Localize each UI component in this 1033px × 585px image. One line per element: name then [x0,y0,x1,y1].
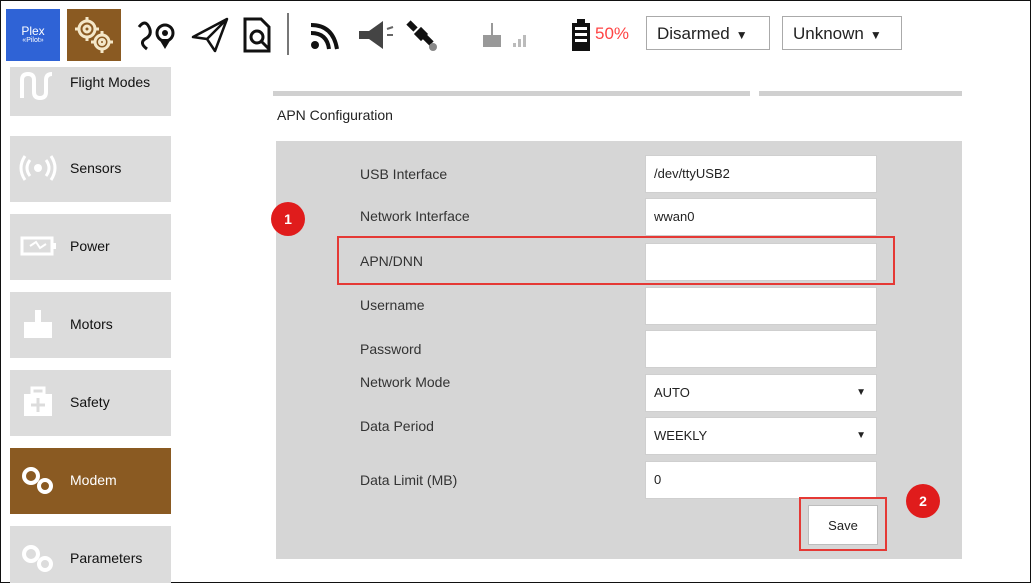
sidebar-item-sensors[interactable]: Sensors [10,136,171,202]
safety-icon [24,386,52,416]
data-limit-input[interactable]: 0 [645,461,877,499]
logo-text: Plex [21,24,45,38]
battery-icon [572,19,590,51]
usb-interface-label: USB Interface [360,166,448,182]
chevron-down-icon: ▼ [735,28,748,42]
sidebar-item-label: Power [70,238,110,254]
sidebar-item-motors[interactable]: Motors [10,292,171,358]
paper-plane-icon[interactable] [189,15,231,55]
settings-button[interactable] [67,9,121,61]
power-icon [20,236,56,256]
save-highlight-box [799,497,887,551]
usb-interface-input[interactable]: /dev/ttyUSB2 [645,155,877,193]
network-interface-label: Network Interface [360,208,470,224]
sidebar-item-modem[interactable]: Modem [10,448,171,514]
network-mode-label: Network Mode [360,374,451,390]
sidebar-item-safety[interactable]: Safety [10,370,171,436]
satellite-icon[interactable] [403,15,441,55]
sensors-icon [19,155,57,181]
apn-highlight-box [337,236,895,285]
username-label: Username [360,297,425,313]
toolbar: Plex «Pilot» 50% Disarmed ▼ Unknown ▼ [1,1,1030,67]
flight-mode-dropdown[interactable]: Unknown ▼ [782,16,902,50]
chevron-down-icon: ▼ [856,430,866,441]
arm-state-value: Disarmed [657,24,730,43]
motors-icon [24,310,52,338]
document-search-icon[interactable] [239,15,277,55]
sidebar-item-parameters[interactable]: Parameters [10,526,171,583]
gear-icon [75,17,113,53]
toolbar-separator [287,13,289,55]
app-logo[interactable]: Plex «Pilot» [6,9,60,61]
sidebar-item-label: Modem [70,472,117,488]
password-label: Password [360,341,422,357]
tab-indicator[interactable] [759,91,962,96]
sidebar-item-label: Motors [70,316,113,332]
megaphone-icon[interactable] [355,15,395,55]
network-interface-input[interactable]: wwan0 [645,198,877,236]
chevron-down-icon: ▼ [856,387,866,398]
section-title: APN Configuration [277,107,393,123]
sidebar-item-power[interactable]: Power [10,214,171,280]
data-period-select[interactable]: WEEKLY ▼ [645,417,877,455]
sidebar-item-flight-modes[interactable]: Flight Modes [10,67,171,116]
callout-badge-1: 1 [271,202,305,236]
sidebar-item-label: Sensors [70,160,122,176]
chevron-down-icon: ▼ [869,28,882,42]
data-period-label: Data Period [360,418,434,434]
battery-percent: 50% [595,24,630,43]
rc-signal-icon[interactable] [479,15,539,55]
flight-mode-value: Unknown [793,24,864,43]
network-mode-select[interactable]: AUTO ▼ [645,374,877,412]
arm-state-dropdown[interactable]: Disarmed ▼ [646,16,770,50]
parameters-icon [22,545,53,572]
sidebar-item-label: Safety [70,394,110,410]
data-period-value: WEEKLY [654,428,708,443]
sidebar-item-label: Flight Modes [70,74,151,90]
modem-icon [22,467,53,494]
sidebar: Flight Modes Sensors Power Motors Safety [10,67,171,583]
sidebar-item-label: Parameters [70,550,143,566]
tab-indicator[interactable] [273,91,750,96]
route-waypoint-icon[interactable] [135,15,179,55]
logo-subtext: «Pilot» [22,37,44,44]
password-input[interactable] [645,330,877,368]
network-mode-value: AUTO [654,385,690,400]
flight-modes-icon [20,71,53,100]
telemetry-signal-icon[interactable] [307,15,345,55]
callout-badge-2: 2 [906,484,940,518]
username-input[interactable] [645,287,877,325]
data-limit-label: Data Limit (MB) [360,472,458,488]
